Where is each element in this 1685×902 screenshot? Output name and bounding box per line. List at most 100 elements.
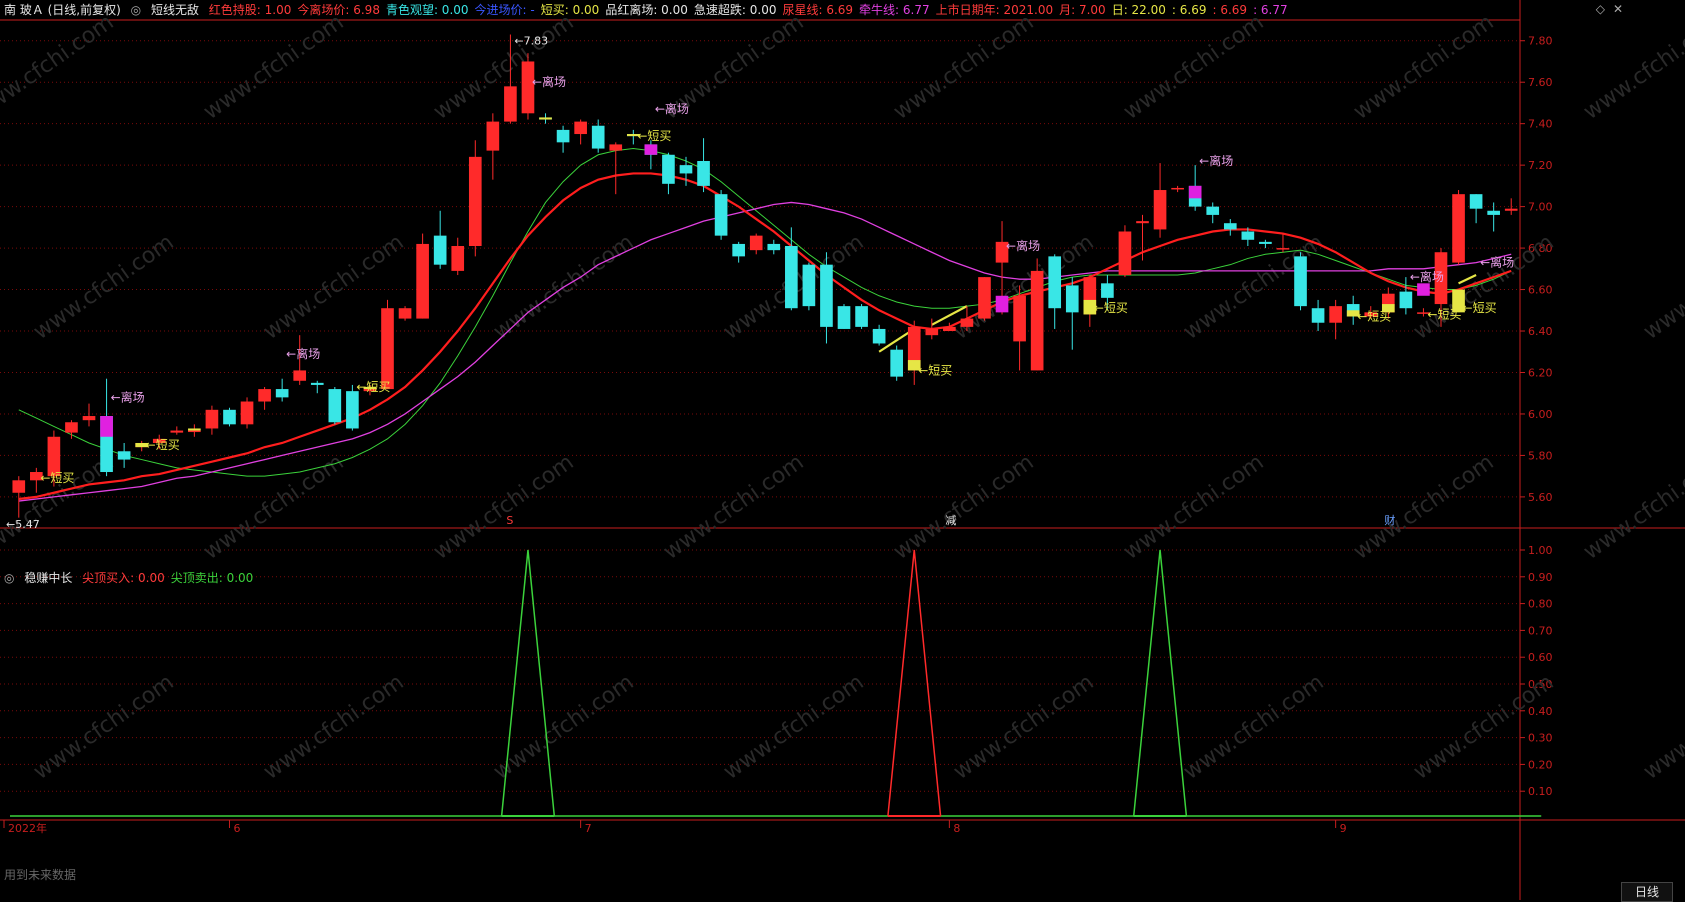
sub-tick-label: 0.20 [1528, 758, 1553, 771]
candle-body [504, 86, 517, 122]
price-tick-label: 7.20 [1528, 159, 1553, 172]
sub-indicator-value-1: 尖顶卖出: 0.00 [170, 571, 254, 585]
sub-indicator-value-0: 尖顶买入: 0.00 [82, 571, 165, 585]
price-tick-label: 7.80 [1528, 35, 1553, 48]
close-icon[interactable]: ✕ [1613, 2, 1623, 16]
indicator-value-11: 日: 22.00 [1111, 3, 1166, 17]
main-header: 南 玻Ａ (日线,前复权) ◎ 短线无敌 红色持股: 1.00 今离场价: 6.9… [4, 0, 1300, 20]
sub-tick-label: 0.70 [1528, 624, 1553, 637]
indicator-value-12: : 6.69 [1171, 3, 1207, 17]
future-data-note: 用到未来数据 [4, 868, 77, 882]
time-label: 7 [585, 822, 592, 835]
stock-chart[interactable]: 7.807.607.407.207.006.806.606.406.206.00… [0, 0, 1685, 900]
candle-body [662, 154, 675, 184]
candle-body [1259, 241, 1272, 244]
indicator-value-14: : 6.77 [1253, 3, 1288, 17]
candle-body [468, 156, 482, 247]
stock-title[interactable]: 南 玻Ａ (日线,前复权) [4, 3, 121, 17]
indicator-value-0: 红色持股: 1.00 [208, 3, 292, 17]
price-min-label: ←5.47 [6, 518, 40, 531]
candle-body [556, 129, 570, 143]
candle-body [943, 326, 956, 332]
sub-indicator-name[interactable]: 稳赚中长 [24, 571, 72, 585]
candle-body [1329, 306, 1342, 323]
candle-body [240, 401, 254, 425]
sub-indicator-values: 尖顶买入: 0.00 尖顶卖出: 0.00 [82, 571, 259, 585]
candle-body [1399, 291, 1413, 309]
sub-tick-label: 1.00 [1528, 544, 1553, 557]
candle-body [1013, 295, 1026, 342]
candle-body [1048, 256, 1062, 309]
candle-highlight [995, 295, 1009, 313]
indicator-values: 红色持股: 1.00 今离场价: 6.98 青色观望: 0.00 今进场价: - 短买:… [209, 3, 1294, 17]
buy-signal-label: ←短买 [146, 438, 180, 452]
buy-signal-label: ←短买 [40, 471, 74, 485]
candle-body [310, 382, 324, 385]
candle-body [1276, 248, 1290, 250]
exit-signal-label: ←离场 [1006, 238, 1040, 253]
candle-highlight [539, 117, 552, 120]
candle-body [65, 422, 78, 433]
indicator-value-2: 青色观望: 0.00 [385, 3, 469, 17]
candle-body [1241, 231, 1255, 240]
price-tick-label: 7.00 [1528, 201, 1553, 214]
exit-signal-label: ←离场 [286, 346, 320, 361]
candle-body [820, 264, 833, 327]
sub-tick-label: 0.60 [1528, 651, 1553, 664]
candle-body [890, 349, 904, 377]
time-label: 2022年 [8, 821, 47, 835]
buy-signal-label: ←短买 [637, 129, 671, 143]
indicator-value-1: 今离场价: 6.98 [297, 3, 380, 17]
candle-body [1452, 194, 1465, 263]
exit-signal-label: ←离场 [655, 101, 689, 116]
candle-body [1153, 190, 1167, 230]
candle-body [1223, 223, 1237, 230]
buy-signal-label: ←短买 [1357, 310, 1391, 324]
candle-body [486, 121, 500, 151]
candle-body [978, 277, 991, 319]
indicator-toggle-icon-2[interactable]: ◎ [4, 571, 14, 585]
candle-highlight [100, 416, 113, 437]
event-mark: S [506, 514, 513, 527]
indicator-value-6: 急速超跌: 0.00 [693, 3, 777, 17]
candle-body [12, 480, 26, 493]
candle-body [767, 243, 781, 251]
indicator-value-8: 牵牛线: 6.77 [859, 3, 930, 17]
candle-highlight [188, 428, 201, 431]
indicator-value-10: 月: 7.00 [1059, 3, 1106, 17]
candle-body [1206, 206, 1220, 215]
candle-body [188, 430, 201, 433]
event-mark: 减 [945, 514, 956, 527]
candle-body [960, 318, 974, 327]
candle-body [275, 389, 289, 398]
sub-tick-label: 0.80 [1528, 598, 1553, 611]
candle-body [749, 235, 763, 251]
candle-body [872, 328, 886, 344]
period-button[interactable]: 日线 [1621, 882, 1673, 902]
candle-body [925, 328, 939, 336]
sub-header: ◎ 稳赚中长 尖顶买入: 0.00 尖顶卖出: 0.00 [4, 568, 265, 588]
indicator-value-13: : 6.69 [1212, 3, 1248, 17]
candle-body [205, 409, 219, 429]
settings-diamond-icon[interactable]: ◇ [1596, 2, 1605, 16]
indicator-value-9: 上市日期年: 2021.00 [935, 3, 1054, 17]
candle-body [346, 391, 359, 429]
price-tick-label: 6.60 [1528, 284, 1553, 297]
price-tick-label: 5.60 [1528, 491, 1553, 504]
candle-body [1118, 231, 1132, 276]
indicator-toggle-icon[interactable]: ◎ [131, 3, 141, 17]
indicator-value-3: 今进场价: - [474, 3, 535, 17]
sub-tick-label: 0.90 [1528, 571, 1553, 584]
buy-signal-label: ←短买 [1094, 301, 1128, 315]
exit-signal-label: ←离场 [1410, 269, 1444, 284]
indicator-name[interactable]: 短线无敌 [151, 3, 199, 17]
price-max-label: ←7.83 [514, 35, 548, 48]
candle-body [293, 370, 307, 381]
candle-highlight [1188, 185, 1202, 199]
time-label: 8 [953, 822, 960, 835]
candle-body [1469, 194, 1483, 209]
candle-body [732, 243, 745, 257]
sub-tick-label: 0.10 [1528, 785, 1553, 798]
candle-body [855, 306, 868, 327]
exit-signal-label: ←离场 [111, 389, 145, 404]
